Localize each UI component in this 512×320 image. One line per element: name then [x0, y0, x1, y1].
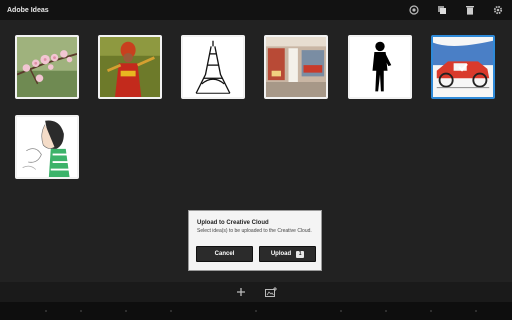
system-nav-bar — [0, 302, 512, 320]
app-title: Adobe Ideas — [7, 6, 49, 14]
action-bar: Adobe Ideas — [0, 0, 512, 20]
nav-dot — [45, 310, 47, 312]
nav-dot — [475, 310, 477, 312]
thumbnail-store-interior[interactable] — [264, 35, 328, 99]
nav-dot — [430, 310, 432, 312]
app-window: Adobe Ideas Upload to Creative Cloud Sel… — [0, 0, 512, 320]
thumbnail-silhouette-man[interactable] — [348, 35, 412, 99]
nav-dot — [255, 310, 257, 312]
cloud-sync-icon[interactable] — [400, 0, 428, 20]
cancel-button[interactable]: Cancel — [196, 246, 253, 262]
thumbnail-eiffel-tower[interactable] — [181, 35, 245, 99]
add-photo-icon[interactable] — [256, 282, 286, 302]
dialog-title: Upload to Creative Cloud — [197, 220, 269, 226]
nav-dot — [385, 310, 387, 312]
nav-dot — [340, 310, 342, 312]
dialog-message: Select idea(s) to be uploaded to the Cre… — [197, 228, 312, 234]
selected-check-icon — [458, 63, 468, 72]
nav-dot — [125, 310, 127, 312]
add-icon[interactable] — [226, 282, 256, 302]
upload-count-badge: 1 — [296, 250, 305, 258]
cancel-button-label: Cancel — [214, 251, 235, 257]
trash-icon[interactable] — [456, 0, 484, 20]
action-bar-icons — [400, 0, 512, 20]
nav-dot — [170, 310, 172, 312]
thumbnail-girl-illustration[interactable] — [15, 115, 79, 179]
upload-button-label: Upload — [270, 251, 292, 257]
nav-dot — [80, 310, 82, 312]
thumbnail-costume-figure[interactable] — [98, 35, 162, 99]
upload-dialog: Upload to Creative Cloud Select idea(s) … — [188, 210, 322, 271]
settings-icon[interactable] — [484, 0, 512, 20]
upload-button[interactable]: Upload 1 — [259, 246, 316, 262]
bottom-action-bar — [0, 282, 512, 302]
duplicate-icon[interactable] — [428, 0, 456, 20]
thumbnail-red-car-sketch[interactable] — [431, 35, 495, 99]
thumbnail-cherry-blossom[interactable] — [15, 35, 79, 99]
